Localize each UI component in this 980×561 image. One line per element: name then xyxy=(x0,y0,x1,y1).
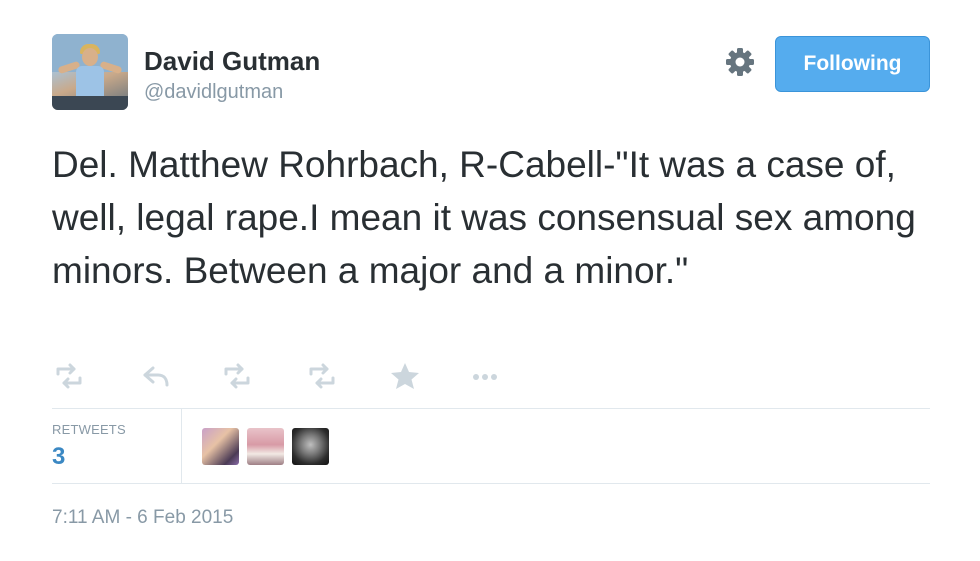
tweet-timestamp[interactable]: 7:11 AM - 6 Feb 2015 xyxy=(52,507,233,529)
retweeter-avatar[interactable] xyxy=(292,428,329,465)
stats-divider-top xyxy=(52,408,930,409)
retweets-count[interactable]: 3 xyxy=(52,443,65,471)
avatar-ground xyxy=(52,96,128,110)
retweeter-avatar[interactable] xyxy=(247,428,284,465)
retweet-icon[interactable] xyxy=(52,360,86,392)
following-button[interactable]: Following xyxy=(775,36,930,92)
stats-divider-vertical xyxy=(181,409,182,483)
retweets-label: RETWEETS xyxy=(52,422,126,437)
retweeter-avatar[interactable] xyxy=(202,428,239,465)
author-handle[interactable]: @davidlgutman xyxy=(144,81,283,104)
stats-divider-bottom xyxy=(52,483,930,484)
author-avatar[interactable] xyxy=(52,34,128,110)
reply-icon[interactable] xyxy=(140,360,174,392)
gear-icon[interactable] xyxy=(724,46,756,78)
star-icon[interactable] xyxy=(388,360,422,392)
tweet-text: Del. Matthew Rohrbach, R-Cabell-"It was … xyxy=(52,144,916,291)
retweet-icon[interactable] xyxy=(220,360,254,392)
avatar-head xyxy=(82,48,98,66)
more-icon[interactable] xyxy=(468,360,502,392)
author-name[interactable]: David Gutman xyxy=(144,46,320,77)
retweet-icon[interactable] xyxy=(305,360,339,392)
